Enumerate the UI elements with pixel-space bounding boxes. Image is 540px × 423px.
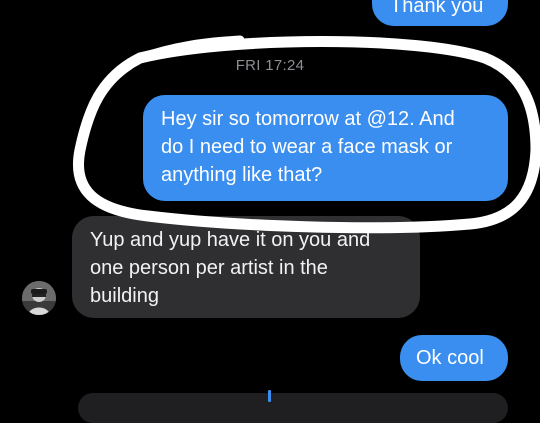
annotation-circle bbox=[73, 35, 540, 234]
